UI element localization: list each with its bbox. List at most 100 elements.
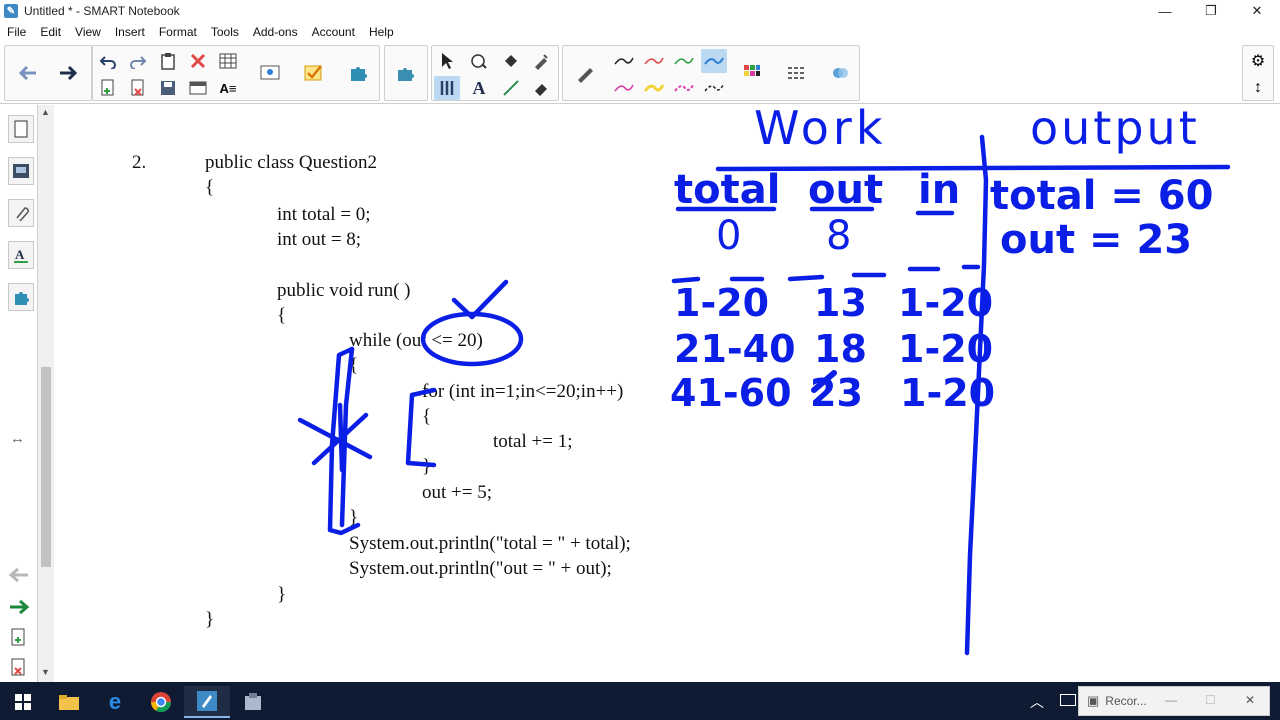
menu-addons[interactable]: Add-ons (246, 25, 305, 39)
scroll-up-icon[interactable]: ▲ (41, 107, 50, 117)
pen-style-magenta[interactable] (611, 76, 637, 100)
pen-style-pink-dash[interactable] (671, 76, 697, 100)
notebook-page[interactable]: 2. public class Question2 { int total = … (54, 105, 1280, 682)
gallery-group (384, 45, 428, 101)
pen-style-red[interactable] (641, 49, 667, 73)
file-explorer-icon[interactable] (46, 686, 92, 718)
add-page-side-icon[interactable] (10, 628, 26, 653)
ink-output-out: out = 23 (1000, 217, 1193, 263)
line-tool-icon[interactable] (498, 76, 524, 100)
recorder-taskbar-icon[interactable] (230, 686, 276, 718)
pen-style-black[interactable] (611, 49, 637, 73)
menu-view[interactable]: View (68, 25, 108, 39)
pens-tool-icon[interactable] (434, 76, 460, 100)
close-button[interactable]: ✕ (1234, 0, 1280, 22)
chrome-browser-icon[interactable] (138, 686, 184, 718)
delete-page-side-icon[interactable] (10, 658, 26, 683)
recorder-close-button[interactable]: ✕ (1245, 693, 1255, 707)
scroll-thumb[interactable] (41, 367, 51, 567)
ink-row-out: 18 (814, 327, 867, 371)
menu-insert[interactable]: Insert (108, 25, 152, 39)
menu-help[interactable]: Help (362, 25, 401, 39)
restore-button[interactable]: ❐ (1188, 0, 1234, 22)
smart-notebook-taskbar-icon[interactable] (184, 686, 230, 718)
addons-tab-icon[interactable] (8, 283, 34, 311)
recorder-minimize-button[interactable]: — (1165, 693, 1177, 707)
pen-style-yellow[interactable] (641, 76, 667, 100)
shape-icon[interactable] (466, 49, 492, 73)
battery-icon[interactable] (1060, 694, 1076, 706)
pen-icon[interactable] (573, 61, 599, 85)
color-palette-icon[interactable] (739, 61, 765, 85)
scroll-down-icon[interactable]: ▼ (41, 667, 50, 677)
undo-icon[interactable] (95, 49, 121, 73)
pen-style-black-dash[interactable] (701, 76, 727, 100)
ink-col-total: total (674, 167, 781, 213)
capture-icon[interactable] (257, 61, 283, 85)
attachments-tab-icon[interactable] (8, 199, 34, 227)
nav-back-icon[interactable] (8, 567, 30, 588)
menu-account[interactable]: Account (305, 25, 362, 39)
minimize-button[interactable]: — (1142, 0, 1188, 22)
save-icon[interactable] (155, 76, 181, 100)
expand-sidebar-icon[interactable]: ↔ (10, 430, 25, 447)
line-style-icon[interactable] (783, 61, 809, 85)
ink-col-out: out (808, 167, 884, 213)
move-toolbar-icon[interactable]: ↕ (1245, 76, 1271, 100)
gear-icon[interactable]: ⚙ (1245, 49, 1271, 73)
gallery-tab-icon[interactable] (8, 157, 34, 185)
ink-checkmark (451, 279, 509, 320)
ink-circle (420, 311, 524, 367)
tray-chevron-icon[interactable]: ︿ (1030, 692, 1044, 712)
select-pointer-icon[interactable] (434, 49, 460, 73)
pen-styles-group (562, 45, 860, 101)
edit-group: A≡ (92, 45, 380, 101)
menu-format[interactable]: Format (152, 25, 204, 39)
paste-icon[interactable] (155, 49, 181, 73)
page-scrollbar[interactable]: ▲ ▼ (38, 105, 54, 682)
pen-style-green[interactable] (671, 49, 697, 73)
addon-icon[interactable] (345, 61, 371, 85)
recorder-maximize-button[interactable]: ☐ (1205, 693, 1216, 707)
redo-icon[interactable] (125, 49, 151, 73)
delete-icon[interactable] (185, 49, 211, 73)
tools-group: A (431, 45, 559, 101)
ink-row-separator (671, 264, 981, 284)
windows-start-icon[interactable] (0, 686, 46, 718)
text-tool-icon[interactable]: A (466, 76, 492, 100)
recorder-window[interactable]: ▣ Recor... — ☐ ✕ (1078, 686, 1270, 716)
ink-header-line (715, 164, 1231, 172)
main-toolbar: A≡ A ⚙ ↕ (0, 42, 1280, 104)
nav-forward-icon[interactable] (8, 599, 30, 620)
magic-pen-icon[interactable] (528, 49, 554, 73)
properties-tab-icon[interactable]: A (8, 241, 34, 269)
window-controls: — ❐ ✕ (1142, 0, 1280, 22)
puzzle-icon[interactable] (393, 61, 419, 85)
response-icon[interactable] (301, 61, 327, 85)
previous-page-icon[interactable] (15, 61, 41, 85)
next-page-icon[interactable] (55, 61, 81, 85)
ink-row-total: 41-60 (670, 371, 792, 415)
text-format-icon[interactable]: A≡ (215, 76, 241, 100)
ink-row-in: 1-20 (898, 281, 994, 325)
title-bar: ✎ Untitled * - SMART Notebook — ❐ ✕ (0, 0, 1280, 22)
ink-row-in: 1-20 (900, 371, 996, 415)
ink-output-total: total = 60 (990, 173, 1214, 219)
ink-row-in: 1-20 (898, 327, 994, 371)
menu-edit[interactable]: Edit (33, 25, 68, 39)
add-page-icon[interactable] (95, 76, 121, 100)
side-settings-group: ⚙ ↕ (1242, 45, 1274, 101)
transparency-icon[interactable] (827, 61, 853, 85)
fill-icon[interactable] (498, 49, 524, 73)
menu-file[interactable]: File (0, 25, 33, 39)
page-sorter-tab-icon[interactable] (8, 115, 34, 143)
table-icon[interactable] (215, 49, 241, 73)
screen-shade-icon[interactable] (185, 76, 211, 100)
menu-tools[interactable]: Tools (204, 25, 246, 39)
edge-browser-icon[interactable]: e (92, 686, 138, 718)
recorder-icon: ▣ (1087, 693, 1100, 708)
eraser-icon[interactable] (528, 76, 554, 100)
ink-init-out: 8 (826, 213, 852, 259)
pen-style-blue[interactable] (701, 49, 727, 73)
delete-page-icon[interactable] (125, 76, 151, 100)
